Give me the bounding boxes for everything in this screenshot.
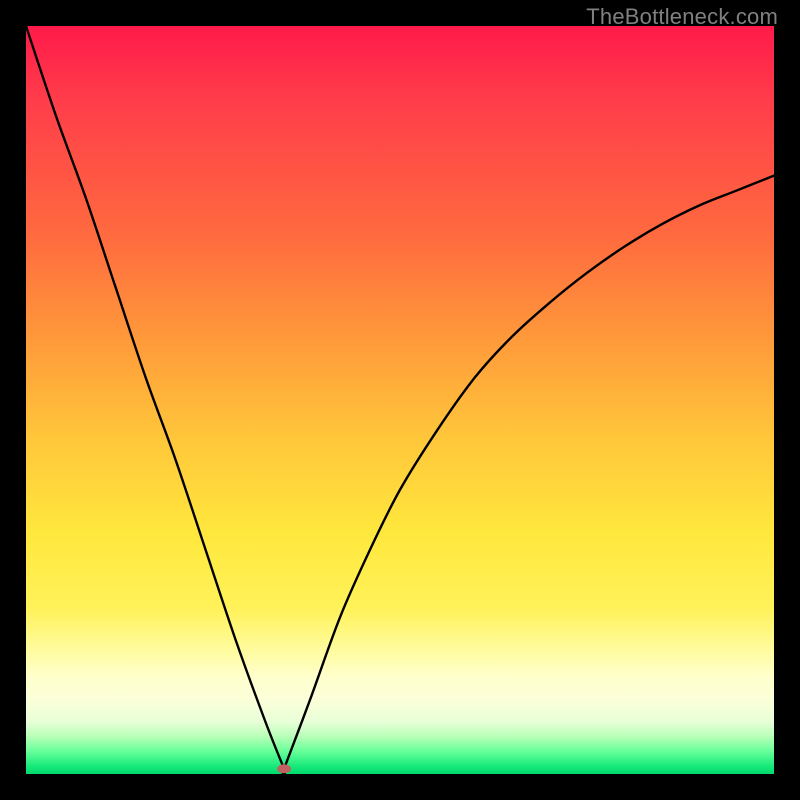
plot-area (26, 26, 774, 774)
bottleneck-curve (26, 26, 774, 774)
chart-container: TheBottleneck.com (0, 0, 800, 800)
